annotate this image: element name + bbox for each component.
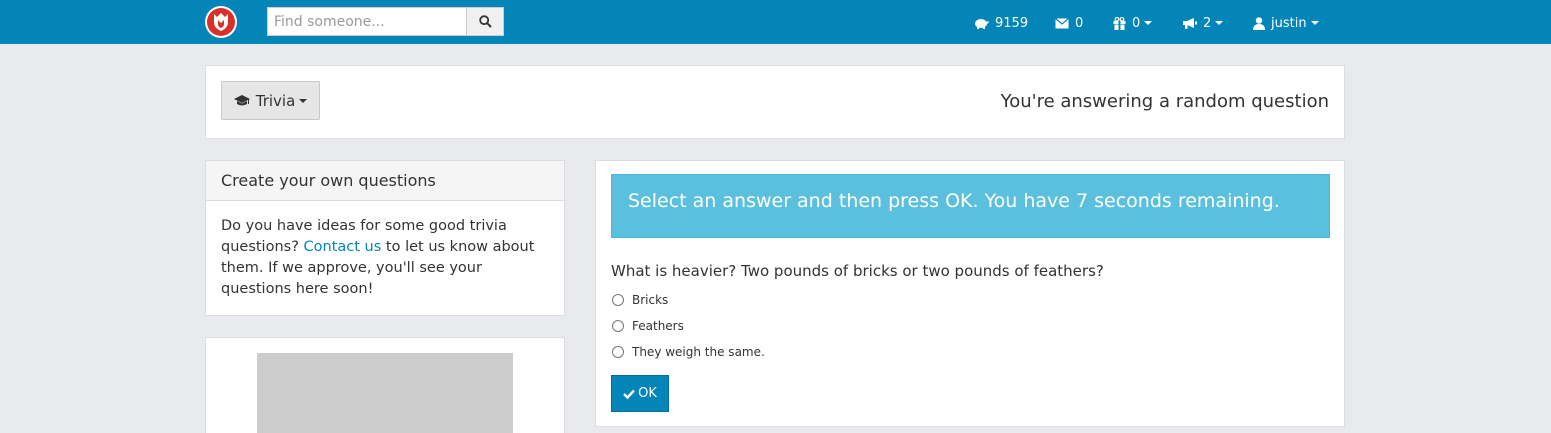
chevron-down-icon	[1215, 21, 1224, 25]
messages-count: 0	[1075, 15, 1084, 31]
trivia-header-panel: Trivia You're answering a random questio…	[205, 65, 1345, 139]
gifts-count: 0	[1132, 15, 1141, 31]
create-questions-title: Create your own questions	[206, 161, 564, 201]
answer-option[interactable]: Feathers	[611, 319, 684, 333]
question-panel: Select an answer and then press OK. You …	[595, 160, 1345, 427]
bullhorn-icon	[1182, 17, 1197, 29]
answer-label: Feathers	[632, 319, 684, 333]
graduation-cap-icon	[233, 94, 250, 107]
chevron-down-icon	[1144, 21, 1153, 25]
contact-us-link[interactable]: Contact us	[304, 239, 382, 255]
chevron-down-icon	[299, 98, 308, 103]
ok-button[interactable]: OK	[611, 375, 669, 412]
create-questions-panel: Create your own questions Do you have id…	[205, 160, 565, 316]
search-button[interactable]	[466, 7, 504, 36]
points-count: 9159	[995, 15, 1029, 31]
answer-label: They weigh the same.	[632, 345, 765, 359]
nav-announcements[interactable]: 2	[1182, 14, 1224, 32]
site-logo[interactable]	[205, 6, 237, 38]
announcements-count: 2	[1203, 15, 1212, 31]
search-icon	[478, 15, 492, 28]
piggy-bank-icon	[974, 17, 989, 29]
search-input[interactable]	[267, 7, 467, 36]
user-icon	[1253, 16, 1265, 30]
envelope-icon	[1055, 17, 1069, 29]
nav-points[interactable]: 9159	[974, 14, 1028, 32]
trivia-label: Trivia	[255, 91, 296, 110]
page-title: You're answering a random question	[1000, 91, 1329, 112]
answer-radio[interactable]	[612, 294, 624, 306]
gift-icon	[1113, 16, 1126, 30]
ad-panel	[205, 337, 565, 433]
username: justin	[1271, 15, 1307, 31]
ok-label: OK	[638, 386, 657, 401]
nav-gifts[interactable]: 0	[1113, 14, 1153, 32]
trivia-dropdown-button[interactable]: Trivia	[221, 81, 320, 120]
timer-alert: Select an answer and then press OK. You …	[611, 174, 1330, 238]
create-questions-body: Do you have ideas for some good trivia q…	[206, 201, 564, 315]
top-navbar: 9159 0 0 2 justin	[0, 0, 1551, 44]
answer-radio[interactable]	[612, 320, 624, 332]
answer-radio[interactable]	[612, 346, 624, 358]
answer-option[interactable]: They weigh the same.	[611, 345, 765, 359]
nav-user-menu[interactable]: justin	[1253, 14, 1319, 32]
logo-icon	[207, 8, 235, 36]
ad-placeholder	[257, 353, 513, 433]
question-text: What is heavier? Two pounds of bricks or…	[611, 262, 1104, 280]
nav-messages[interactable]: 0	[1055, 14, 1083, 32]
chevron-down-icon	[1310, 21, 1319, 25]
answer-label: Bricks	[632, 293, 669, 307]
check-icon	[623, 389, 635, 399]
answer-option[interactable]: Bricks	[611, 293, 668, 307]
